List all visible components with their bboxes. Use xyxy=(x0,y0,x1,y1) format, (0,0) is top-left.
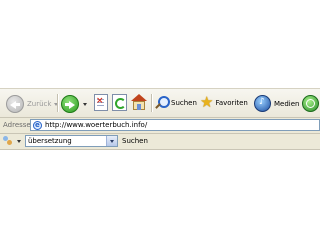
toolbar-separator xyxy=(57,94,59,112)
refresh-icon xyxy=(112,94,127,111)
star-icon: ★ xyxy=(200,93,214,111)
toolbar-separator xyxy=(151,94,153,112)
history-icon xyxy=(302,95,319,112)
back-arrow-icon xyxy=(6,95,24,113)
refresh-button[interactable] xyxy=(112,94,127,111)
ie-page-icon: e xyxy=(33,121,42,130)
home-icon xyxy=(131,94,147,110)
favorites-label: Favoriten xyxy=(215,98,248,107)
forward-dropdown-icon[interactable] xyxy=(83,102,87,106)
address-bar: Adresse e http://www.woerterbuch.info/ xyxy=(0,118,320,134)
search-go-button[interactable]: Suchen xyxy=(122,137,148,145)
search-button[interactable]: Suchen xyxy=(155,96,197,109)
standard-toolbar: Zurück × Suchen ★ Favoriten ♪ Medien xyxy=(0,89,320,118)
history-button[interactable] xyxy=(302,95,319,112)
stop-icon: × xyxy=(94,94,108,111)
address-label: Adresse xyxy=(3,121,31,129)
search-dropdown[interactable]: übersetzung xyxy=(25,135,118,147)
search-label: Suchen xyxy=(171,98,197,107)
media-label: Medien xyxy=(274,99,300,108)
media-button[interactable]: ♪ Medien xyxy=(254,95,299,112)
address-field[interactable]: e http://www.woerterbuch.info/ xyxy=(30,119,320,131)
address-url[interactable]: http://www.woerterbuch.info/ xyxy=(45,121,147,129)
toolbar-logo-icon[interactable] xyxy=(3,136,13,146)
search-dropdown-value: übersetzung xyxy=(28,137,72,145)
forward-arrow-icon xyxy=(61,95,79,113)
dropdown-arrow-icon[interactable] xyxy=(106,136,117,146)
stop-button[interactable]: × xyxy=(94,94,108,111)
back-label: Zurück xyxy=(27,100,52,108)
favorites-button[interactable]: ★ Favoriten xyxy=(200,95,248,110)
media-icon: ♪ xyxy=(254,95,271,112)
home-button[interactable] xyxy=(131,94,147,110)
magnifier-icon xyxy=(155,96,170,109)
back-button[interactable]: Zurück xyxy=(6,95,59,113)
forward-button[interactable] xyxy=(61,95,87,113)
search-toolbar: übersetzung Suchen xyxy=(0,134,320,150)
toolbar-menu-dropdown-icon[interactable] xyxy=(17,140,21,143)
